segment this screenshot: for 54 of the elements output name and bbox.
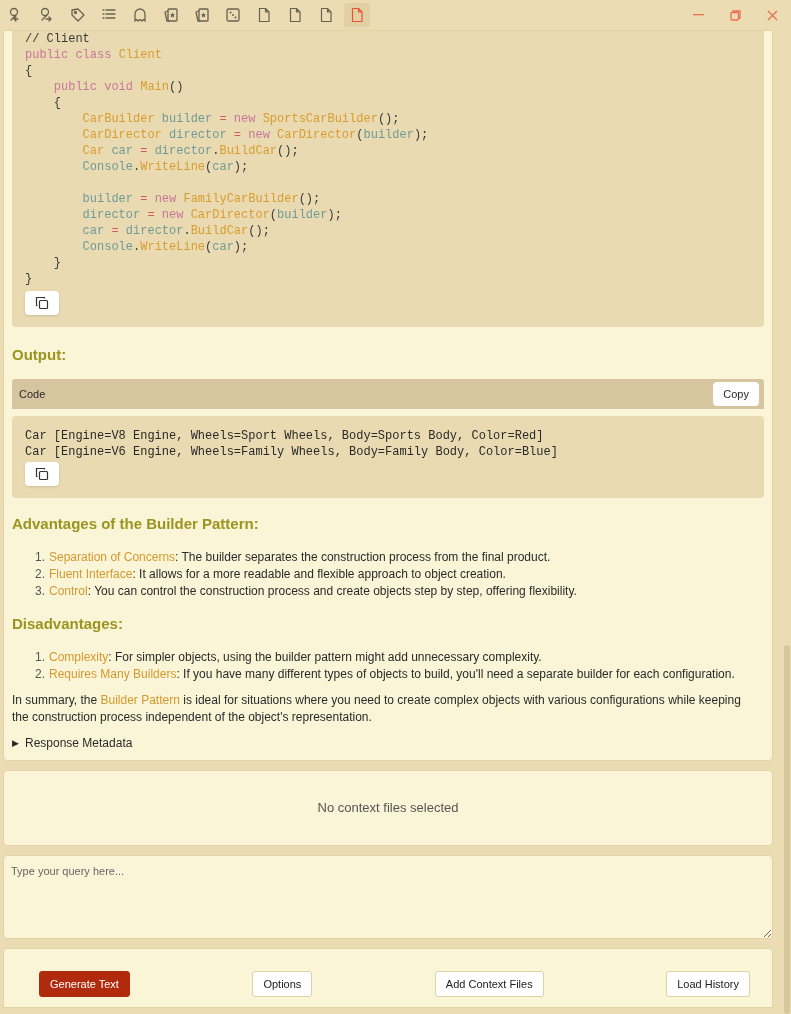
action-button[interactable]: Add Context Files: [434, 971, 544, 997]
star-card-icon: [162, 6, 180, 24]
section-heading: Advantages of the Builder Pattern:: [12, 514, 260, 534]
ghost-icon: [131, 6, 149, 24]
code-line: {: [52, 95, 62, 111]
list-item-text: Requires Many Builders: If you have many different types of objects to build, you'll need a separate builder for each configuration.: [49, 666, 735, 683]
expand-marker: ▶: [12, 737, 19, 750]
response-metadata-toggle[interactable]: ▶ Response Metadata: [12, 735, 133, 752]
code-line: Console.WriteLine(car);: [81, 159, 250, 175]
output-line: Car [Engine=V6 Engine, Wheels=Family Wheels, Body=Family Body, Color=Blue]: [25, 444, 559, 460]
tag-icon: [69, 6, 87, 24]
code-line: }: [52, 255, 62, 271]
copy-icon: [35, 467, 49, 481]
summary-paragraph: In summary, the Builder Pattern is ideal for situations where you need to create complex objects with various configurations while keeping the construction process independent of the object's representation.: [12, 692, 742, 726]
minimize-icon: [693, 14, 704, 16]
list-number: 2.: [34, 566, 45, 583]
code-line: }: [25, 271, 34, 287]
list-number: 2.: [34, 666, 45, 683]
toolbar-button[interactable]: [344, 3, 370, 27]
copy-button[interactable]: [25, 462, 59, 486]
section-heading: Output:: [12, 345, 68, 365]
code-label: Code: [19, 386, 46, 402]
list-number: 1.: [34, 649, 45, 666]
code-line: CarDirector director = new CarDirector(builder);: [81, 127, 430, 143]
generate-button[interactable]: Generate Text: [39, 971, 130, 997]
copy-button[interactable]: [25, 291, 59, 315]
list-number: 1.: [34, 549, 45, 566]
list-number: 3.: [34, 583, 45, 600]
code-line: car = director.BuildCar();: [81, 223, 271, 239]
section-heading: Disadvantages:: [12, 614, 124, 634]
code-line: public class Client: [25, 47, 163, 63]
list-item-text: Separation of Concerns: The builder separates the construction process from the final product.: [49, 549, 551, 566]
list-item-text: Fluent Interface: It allows for a more readable and flexible approach to object creation.: [49, 566, 506, 583]
code-line: // Client: [25, 31, 91, 47]
empty-state-text: No context files selected: [317, 799, 459, 818]
list-item-text: Control: You can control the construction process and create objects step by step, offering flexibility.: [49, 583, 577, 600]
action-button[interactable]: Load History: [666, 971, 750, 997]
query-field[interactable]: Type your query here...: [3, 855, 773, 939]
copy-button[interactable]: Copy: [713, 382, 759, 406]
output-line: Car [Engine=V8 Engine, Wheels=Sport Wheels, Body=Sports Body, Color=Red]: [25, 428, 545, 444]
dice-icon: [224, 6, 242, 24]
close-icon: [767, 9, 778, 21]
action-button[interactable]: Options: [252, 971, 313, 997]
code-line: builder = new FamilyCarBuilder();: [81, 191, 322, 207]
code-line: Car car = director.BuildCar();: [81, 143, 300, 159]
code-line: Console.WriteLine(car);: [81, 239, 250, 255]
star-card-icon: [193, 6, 211, 24]
list-item-text: Complexity: For simpler objects, using the builder pattern might add unnecessary complexity.: [49, 649, 542, 666]
code-line: CarBuilder builder = new SportsCarBuilder();: [81, 111, 401, 127]
restore-icon: [730, 9, 741, 21]
copy-icon: [35, 296, 49, 310]
code-line: {: [25, 63, 34, 79]
code-line: public void Main(): [52, 79, 185, 95]
code-line: director = new CarDirector(builder);: [81, 207, 343, 223]
